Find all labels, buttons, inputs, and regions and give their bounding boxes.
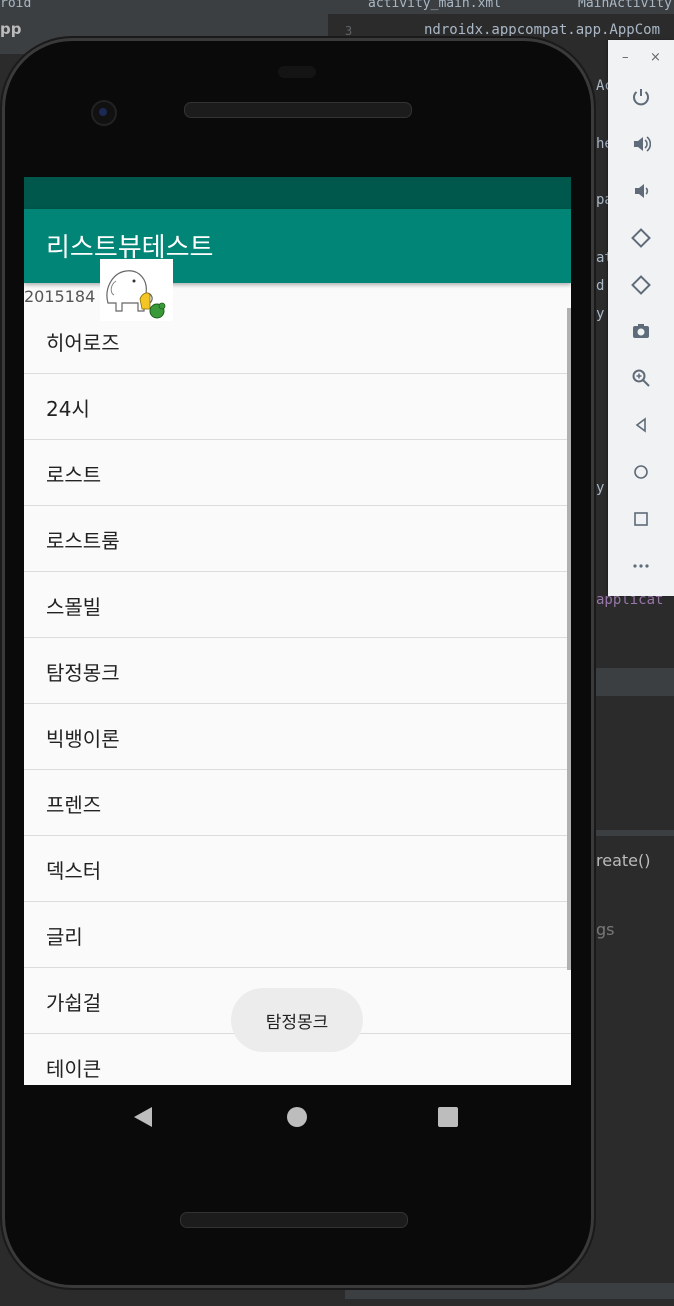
camera-icon[interactable] [626,316,656,346]
list-item[interactable]: 프렌즈 [24,770,571,836]
list-item-label: 빅뱅이론 [46,727,120,751]
list-item-label: 히어로즈 [46,331,120,355]
code-fragment: y [596,306,605,322]
list-item-label: 테이큰 [46,1057,102,1081]
minimize-button[interactable]: – [622,50,629,65]
list-item-label: 프렌즈 [46,793,102,817]
android-nav-bar [24,1085,571,1147]
code-import-line: ndroidx.appcompat.app.AppCom [424,22,661,38]
ide-top-left-label: roid [0,0,32,11]
nav-back-icon[interactable] [134,1107,152,1127]
overview-icon[interactable] [626,504,656,534]
list-item[interactable]: 글리 [24,902,571,968]
tab-main-activity[interactable]: MainActivity [578,0,672,14]
nav-home-icon[interactable] [287,1107,307,1127]
tab-activity-main-xml[interactable]: activity_main.xml [368,0,501,14]
rotate-left-icon[interactable] [626,223,656,253]
list-item[interactable]: 덱스터 [24,836,571,902]
list-item-label: 글리 [46,925,83,949]
ide-tool-panel [590,668,674,696]
line-number: 3 [345,24,353,38]
more-icon[interactable] [626,551,656,581]
volume-down-icon[interactable] [626,176,656,206]
nav-recents-icon[interactable] [438,1107,458,1127]
list-item[interactable]: 탐정몽크 [24,638,571,704]
list-item-label: 가쉽걸 [46,991,102,1015]
listview[interactable]: 히어로즈 24시 로스트 로스트룸 스몰빌 탐정몽크 빅뱅이론 프렌즈 덱스터 … [24,308,571,1085]
mascot-image [100,259,173,321]
close-button[interactable]: × [650,50,661,65]
list-item-label: 탐정몽크 [46,661,120,685]
ide-title-bar [0,0,674,14]
list-item[interactable]: 로스트 [24,440,571,506]
code-fragment: y [596,480,605,496]
front-camera-icon [91,100,117,126]
rotate-right-icon[interactable] [626,270,656,300]
list-item-label: 24시 [46,397,90,421]
list-item-label: 덱스터 [46,859,102,883]
zoom-icon[interactable] [626,363,656,393]
power-icon[interactable] [626,82,656,112]
method-label[interactable]: reate() [596,851,650,870]
list-item[interactable]: 24시 [24,374,571,440]
android-status-bar [24,177,571,209]
logs-label: gs [596,920,615,939]
ide-bottom-panel [590,830,674,1306]
emulator-toolbar: – × [608,40,674,596]
list-item[interactable]: 스몰빌 [24,572,571,638]
code-fragment: d [596,278,605,294]
proximity-sensor [278,66,316,78]
toast-message: 탐정몽크 [231,988,363,1052]
ide-project-label: pp [0,20,22,38]
list-item[interactable]: 로스트룸 [24,506,571,572]
earpiece-speaker [184,102,412,118]
list-item-label: 스몰빌 [46,595,102,619]
phone-screen: 리스트뷰테스트 히어로즈 24시 로스트 로스트룸 스몰빌 탐정몽크 빅뱅이론 … [24,177,571,1085]
home-icon[interactable] [626,457,656,487]
student-id-text: 2015184 [24,287,96,306]
list-scrollbar[interactable] [567,308,571,970]
list-item[interactable]: 빅뱅이론 [24,704,571,770]
back-icon[interactable] [626,410,656,440]
volume-up-icon[interactable] [626,129,656,159]
list-item-label: 로스트룸 [46,529,120,553]
list-item-label: 로스트 [46,463,102,487]
bottom-speaker [180,1212,408,1228]
